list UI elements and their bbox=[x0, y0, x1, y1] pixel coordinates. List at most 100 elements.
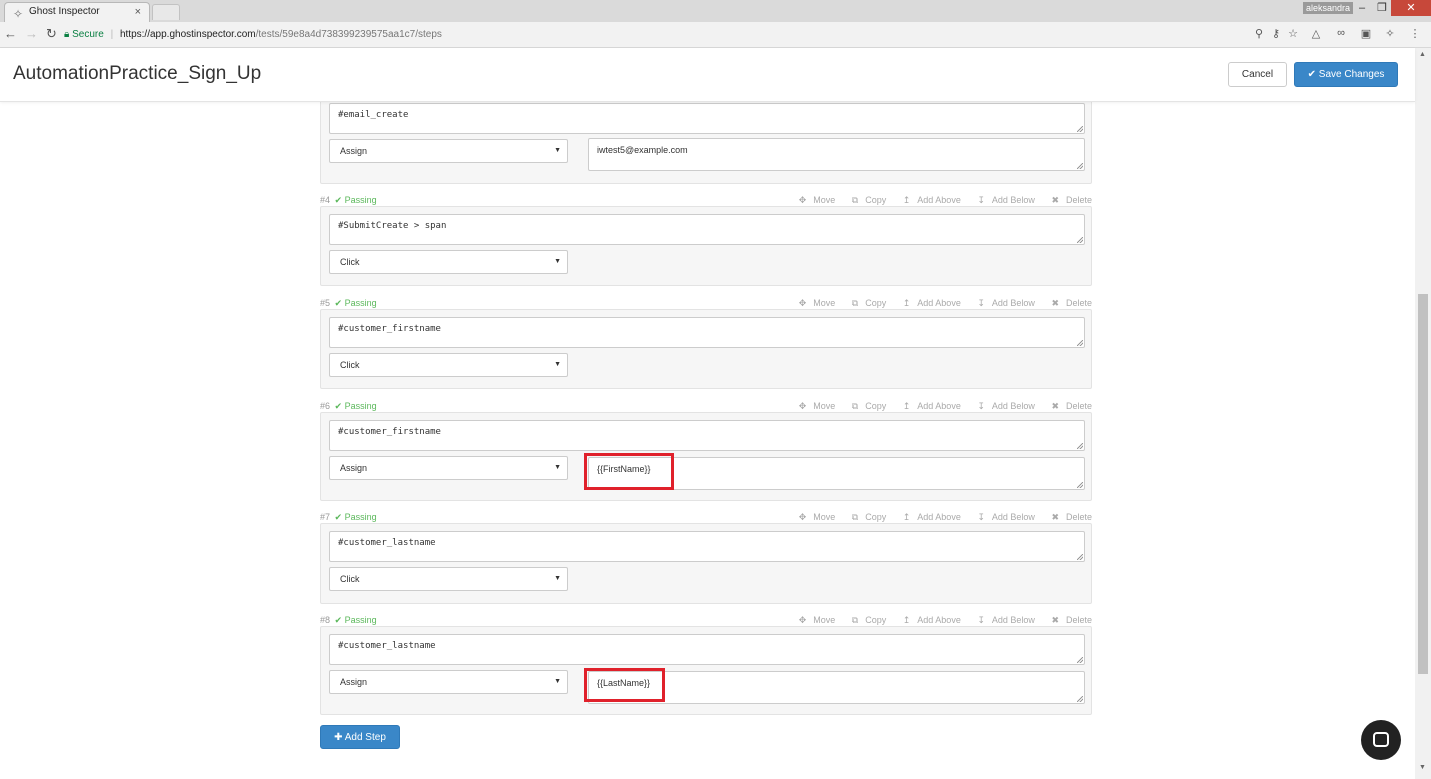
copy-icon: ⧉ bbox=[851, 615, 859, 625]
zoom-icon[interactable]: ⚲ bbox=[1252, 27, 1266, 40]
extension-icon[interactable]: ∞ bbox=[1334, 27, 1348, 39]
page-scrollbar[interactable]: ▲ ▼ bbox=[1415, 48, 1431, 779]
save-changes-button[interactable]: ✔ Save Changes bbox=[1294, 62, 1398, 87]
arrow-up-icon: ↥ bbox=[902, 195, 911, 205]
forward-arrow-icon[interactable]: → bbox=[25, 26, 38, 41]
copy-action[interactable]: ⧉ Copy bbox=[845, 512, 886, 522]
reload-icon[interactable]: ↻ bbox=[46, 26, 57, 42]
resize-handle-icon[interactable] bbox=[1077, 443, 1083, 449]
drive-icon[interactable]: △ bbox=[1309, 27, 1323, 40]
step-number: #8 bbox=[320, 615, 331, 625]
add-above-action[interactable]: ↥ Add Above bbox=[896, 195, 961, 205]
resize-handle-icon[interactable] bbox=[1077, 554, 1083, 560]
new-tab-button[interactable] bbox=[152, 4, 180, 20]
add-below-action[interactable]: ↧ Add Below bbox=[970, 615, 1035, 625]
step-command-select[interactable]: Assign ▼ bbox=[329, 139, 568, 163]
step-command-select[interactable]: Click ▼ bbox=[329, 353, 568, 377]
step-actions: ✥ Move ⧉ Copy ↥ Add Above ↧ Add Below ✖ Delet… bbox=[785, 296, 1092, 310]
restore-button[interactable]: ❐ bbox=[1371, 0, 1393, 16]
copy-icon: ⧉ bbox=[851, 512, 859, 522]
scroll-down-arrow-icon[interactable]: ▼ bbox=[1419, 764, 1426, 771]
bookmark-star-icon[interactable]: ☆ bbox=[1286, 27, 1300, 40]
add-below-action[interactable]: ↧ Add Below bbox=[970, 512, 1035, 522]
delete-icon: ✖ bbox=[1051, 512, 1059, 522]
browser-tab[interactable]: ✧ Ghost Inspector × bbox=[4, 2, 150, 22]
caret-down-icon: ▼ bbox=[554, 361, 561, 368]
move-action[interactable]: ✥ Move bbox=[792, 298, 836, 308]
url-field[interactable]: 🔒︎ Secure | https://app.ghostinspector.c… bbox=[64, 25, 1239, 44]
resize-handle-icon[interactable] bbox=[1077, 163, 1083, 169]
copy-icon: ⧉ bbox=[851, 298, 859, 308]
scroll-up-arrow-icon[interactable]: ▲ bbox=[1419, 51, 1426, 58]
add-above-action[interactable]: ↥ Add Above bbox=[896, 615, 961, 625]
add-below-action[interactable]: ↧ Add Below bbox=[970, 195, 1035, 205]
ghost-extension-icon[interactable]: ✧ bbox=[1383, 27, 1397, 40]
copy-action[interactable]: ⧉ Copy bbox=[845, 401, 886, 411]
resize-handle-icon[interactable] bbox=[1077, 340, 1083, 346]
resize-handle-icon[interactable] bbox=[1077, 237, 1083, 243]
step-card: #customer_firstname Click ▼ bbox=[320, 309, 1092, 389]
cancel-button[interactable]: Cancel bbox=[1228, 62, 1287, 87]
move-label: Move bbox=[813, 615, 836, 625]
step-target-input[interactable]: #customer_lastname bbox=[329, 531, 1085, 562]
step-target-text: #customer_firstname bbox=[338, 427, 441, 437]
address-bar: ← → ↻ 🔒︎ Secure | https://app.ghostinspe… bbox=[0, 22, 1431, 48]
add-above-action[interactable]: ↥ Add Above bbox=[896, 512, 961, 522]
step-header: #7 ✔ Passing ✥ Move ⧉ Copy ↥ Add Above ↧ Add… bbox=[320, 510, 1092, 524]
caret-down-icon: ▼ bbox=[554, 464, 561, 471]
step-target-text: #customer_lastname bbox=[338, 538, 436, 548]
resize-handle-icon[interactable] bbox=[1077, 126, 1083, 132]
move-action[interactable]: ✥ Move bbox=[792, 195, 836, 205]
delete-label: Delete bbox=[1065, 195, 1092, 205]
add-above-action[interactable]: ↥ Add Above bbox=[896, 298, 961, 308]
move-action[interactable]: ✥ Move bbox=[792, 512, 836, 522]
key-icon[interactable]: ⚷ bbox=[1269, 27, 1283, 40]
extension-box-icon[interactable]: ▣ bbox=[1359, 27, 1373, 40]
step-value-input[interactable]: iwtest5@example.com bbox=[588, 138, 1085, 171]
back-arrow-icon[interactable]: ← bbox=[4, 26, 17, 41]
step-command-select[interactable]: Assign ▼ bbox=[329, 670, 568, 694]
move-action[interactable]: ✥ Move bbox=[792, 615, 836, 625]
check-icon: ✔ bbox=[334, 298, 345, 308]
step-command-select[interactable]: Click ▼ bbox=[329, 567, 568, 591]
step-target-input[interactable]: #email_create bbox=[329, 103, 1085, 134]
delete-action[interactable]: ✖ Delete bbox=[1044, 401, 1092, 411]
move-label: Move bbox=[813, 195, 836, 205]
move-action[interactable]: ✥ Move bbox=[792, 401, 836, 411]
step-target-input[interactable]: #customer_firstname bbox=[329, 317, 1085, 348]
step-command-select[interactable]: Click ▼ bbox=[329, 250, 568, 274]
delete-action[interactable]: ✖ Delete bbox=[1044, 512, 1092, 522]
step-target-input[interactable]: #customer_firstname bbox=[329, 420, 1085, 451]
step-target-input[interactable]: #customer_lastname bbox=[329, 634, 1085, 665]
check-icon: ✔ bbox=[334, 195, 345, 205]
step-command-select[interactable]: Assign ▼ bbox=[329, 456, 568, 480]
copy-action[interactable]: ⧉ Copy bbox=[845, 298, 886, 308]
delete-action[interactable]: ✖ Delete bbox=[1044, 298, 1092, 308]
step-target-input[interactable]: #SubmitCreate > span bbox=[329, 214, 1085, 245]
copy-action[interactable]: ⧉ Copy bbox=[845, 615, 886, 625]
add-above-label: Add Above bbox=[917, 401, 961, 411]
window-close-button[interactable]: ✕ bbox=[1391, 0, 1431, 16]
step-target-text: #SubmitCreate > span bbox=[338, 221, 447, 231]
delete-action[interactable]: ✖ Delete bbox=[1044, 195, 1092, 205]
add-step-button[interactable]: ✚ Add Step bbox=[320, 725, 400, 749]
arrow-down-icon: ↧ bbox=[977, 195, 985, 205]
copy-action[interactable]: ⧉ Copy bbox=[845, 195, 886, 205]
step-card: #email_create Assign ▼ iwtest5@example.c… bbox=[320, 95, 1092, 184]
delete-action[interactable]: ✖ Delete bbox=[1044, 615, 1092, 625]
arrow-up-icon: ↥ bbox=[902, 512, 911, 522]
step-command-text: Assign bbox=[340, 463, 368, 473]
tab-close-icon[interactable]: × bbox=[135, 3, 141, 21]
scrollbar-thumb[interactable] bbox=[1418, 294, 1428, 674]
resize-handle-icon[interactable] bbox=[1077, 482, 1083, 488]
add-below-action[interactable]: ↧ Add Below bbox=[970, 298, 1035, 308]
add-step-label: Add Step bbox=[344, 731, 386, 743]
resize-handle-icon[interactable] bbox=[1077, 657, 1083, 663]
profile-badge[interactable]: aleksandra bbox=[1303, 2, 1353, 14]
resize-handle-icon[interactable] bbox=[1077, 696, 1083, 702]
add-below-action[interactable]: ↧ Add Below bbox=[970, 401, 1035, 411]
chat-launcher-button[interactable] bbox=[1361, 720, 1401, 760]
add-above-action[interactable]: ↥ Add Above bbox=[896, 401, 961, 411]
menu-dots-icon[interactable]: ⋮ bbox=[1408, 27, 1422, 40]
minimize-button[interactable]: – bbox=[1351, 0, 1373, 16]
